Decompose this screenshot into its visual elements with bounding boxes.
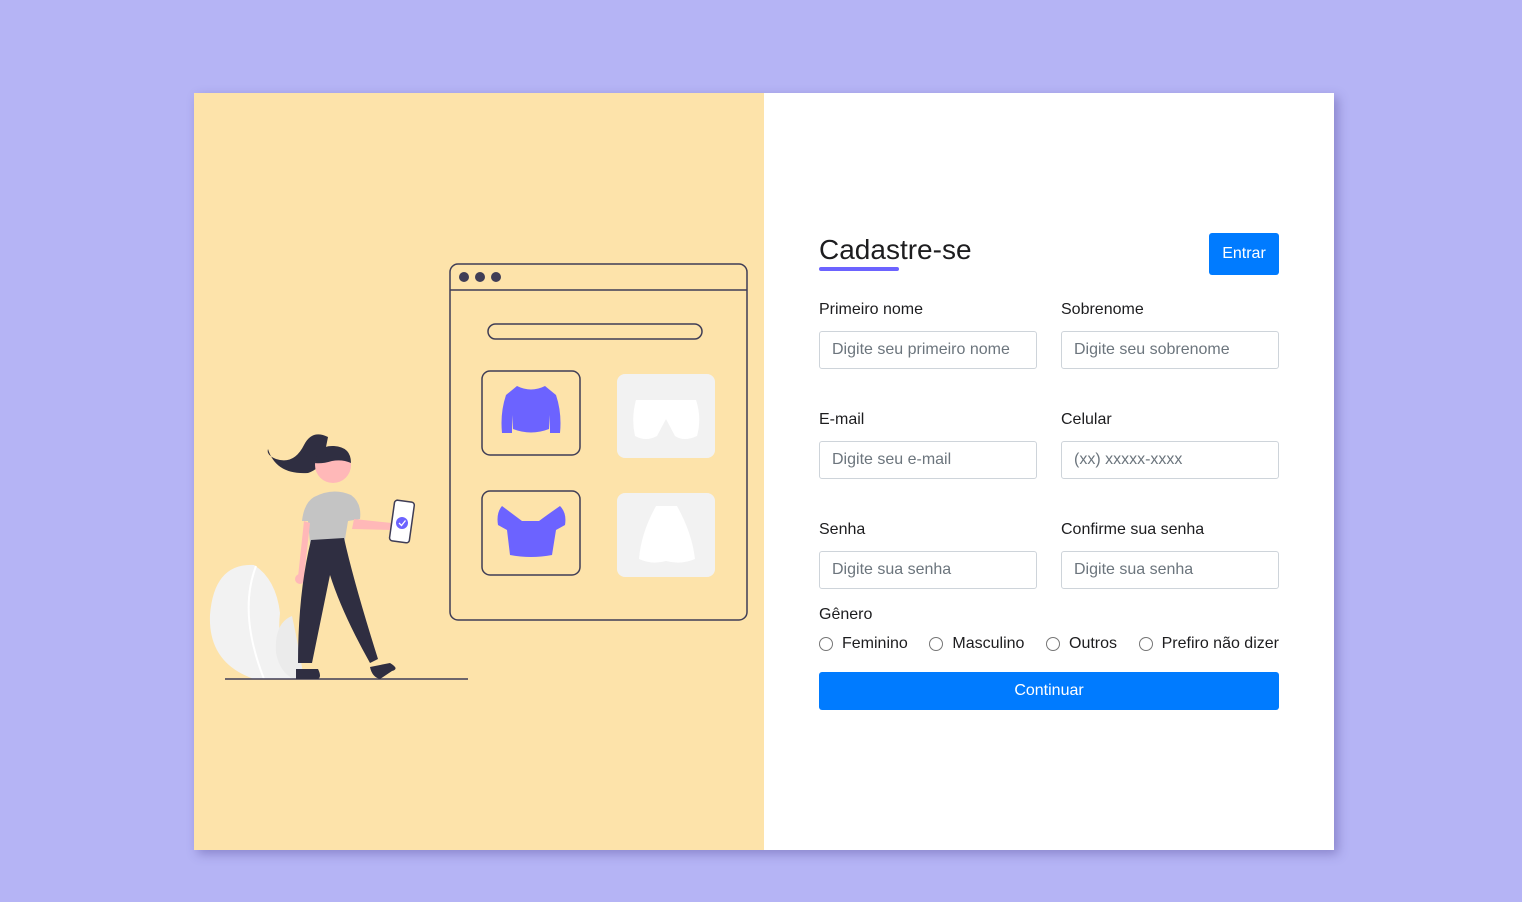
page-title: Cadastre-se xyxy=(819,234,972,265)
phone-input[interactable] xyxy=(1061,441,1279,479)
last-name-input[interactable] xyxy=(1061,331,1279,369)
password-label: Senha xyxy=(819,521,866,538)
last-name-label: Sobrenome xyxy=(1061,301,1144,318)
password-input[interactable] xyxy=(819,551,1037,589)
plant-leaf xyxy=(209,564,304,680)
signup-form-panel: Cadastre-se Entrar Primeiro nome Sobreno… xyxy=(764,93,1334,850)
skirt-icon xyxy=(617,493,715,577)
checkmark-icon xyxy=(396,517,408,529)
gender-option-masculino[interactable]: Masculino xyxy=(929,635,1024,653)
title-underline xyxy=(819,267,899,271)
password-group: Senha xyxy=(819,519,1037,589)
email-group: E-mail xyxy=(819,409,1037,479)
first-name-label: Primeiro nome xyxy=(819,301,924,318)
email-input[interactable] xyxy=(819,441,1037,479)
gender-option-label: Feminino xyxy=(842,635,908,652)
radio-button[interactable] xyxy=(1046,637,1060,651)
first-name-group: Primeiro nome xyxy=(819,299,1037,369)
continue-button[interactable]: Continuar xyxy=(819,672,1279,710)
confirm-password-group: Confirme sua senha xyxy=(1061,519,1279,589)
phone-group: Celular xyxy=(1061,409,1279,479)
radio-button[interactable] xyxy=(1138,637,1153,651)
email-label: E-mail xyxy=(819,411,865,428)
shopping-illustration xyxy=(209,263,748,680)
radio-button[interactable] xyxy=(929,637,944,651)
first-name-input[interactable] xyxy=(819,331,1037,369)
illustration-panel xyxy=(194,93,764,850)
confirm-password-label: Confirme sua senha xyxy=(1061,521,1205,538)
shorts-icon xyxy=(617,374,715,458)
smartphone-icon xyxy=(388,499,416,544)
crop-top-icon xyxy=(481,490,581,576)
gender-option-prefiro-nao-dizer[interactable]: Prefiro não dizer xyxy=(1138,635,1279,653)
form-header: Cadastre-se Entrar xyxy=(819,233,1279,275)
gender-option-label: Masculino xyxy=(952,635,1025,652)
gender-option-label: Outros xyxy=(1069,635,1118,652)
gender-option-label: Prefiro não dizer xyxy=(1161,635,1279,652)
gender-options: Feminino Masculino Outros Prefiro não di… xyxy=(819,633,1279,655)
radio-button[interactable] xyxy=(819,637,833,651)
gender-option-outros[interactable]: Outros xyxy=(1046,635,1117,653)
phone-label: Celular xyxy=(1061,411,1112,428)
last-name-group: Sobrenome xyxy=(1061,299,1279,369)
login-button[interactable]: Entrar xyxy=(1209,233,1279,275)
sweater-icon xyxy=(481,370,581,456)
signup-card: Cadastre-se Entrar Primeiro nome Sobreno… xyxy=(194,93,1334,850)
gender-label: Gênero xyxy=(819,606,873,623)
confirm-password-input[interactable] xyxy=(1061,551,1279,589)
gender-option-feminino[interactable]: Feminino xyxy=(819,635,908,653)
